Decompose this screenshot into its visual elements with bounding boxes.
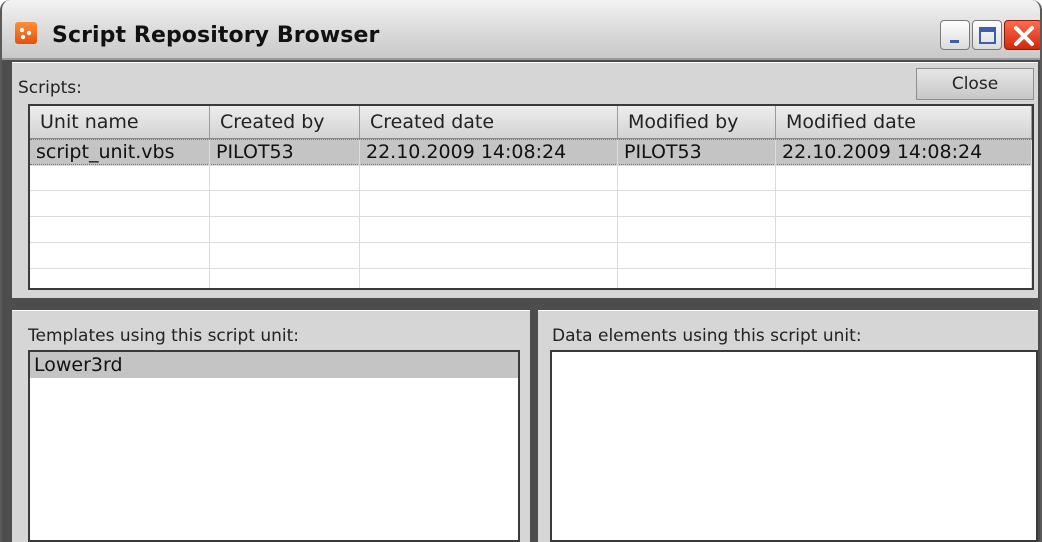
table-row-empty[interactable]	[30, 165, 1032, 191]
empty-cell	[210, 243, 360, 269]
empty-cell	[210, 191, 360, 217]
column-header-created-date[interactable]: Created date	[360, 106, 618, 138]
close-window-button[interactable]	[1004, 20, 1040, 50]
empty-cell	[776, 243, 1032, 269]
empty-cell	[776, 269, 1032, 288]
column-header-modified-by[interactable]: Modified by	[618, 106, 776, 138]
empty-cell	[618, 269, 776, 288]
data-elements-list[interactable]	[550, 350, 1038, 542]
table-row-empty[interactable]	[30, 217, 1032, 243]
table-header: Unit name Created by Created date Modifi…	[30, 106, 1032, 139]
scripts-table[interactable]: Unit name Created by Created date Modifi…	[28, 104, 1034, 290]
empty-cell	[618, 191, 776, 217]
table-row-empty[interactable]	[30, 269, 1032, 288]
cell-created-date: 22.10.2009 14:08:24	[360, 140, 618, 166]
cell-modified-date: 22.10.2009 14:08:24	[776, 140, 1032, 166]
empty-cell	[210, 269, 360, 288]
empty-cell	[30, 165, 210, 191]
table-row-empty[interactable]	[30, 191, 1032, 217]
column-header-modified-date[interactable]: Modified date	[776, 106, 1032, 138]
empty-cell	[30, 191, 210, 217]
maximize-button[interactable]	[972, 20, 1002, 50]
empty-cell	[776, 217, 1032, 243]
minimize-button[interactable]	[940, 20, 970, 50]
templates-list[interactable]: Lower3rd	[28, 350, 520, 542]
empty-cell	[360, 191, 618, 217]
empty-cell	[360, 243, 618, 269]
empty-cell	[30, 217, 210, 243]
scripts-label: Scripts:	[18, 78, 82, 98]
list-item[interactable]: Lower3rd	[30, 352, 518, 378]
table-row-empty[interactable]	[30, 243, 1032, 269]
cell-unit-name: script_unit.vbs	[30, 140, 210, 166]
empty-cell	[618, 217, 776, 243]
empty-cell	[30, 243, 210, 269]
data-elements-label: Data elements using this script unit:	[552, 326, 862, 346]
table-row[interactable]: script_unit.vbs PILOT53 22.10.2009 14:08…	[30, 139, 1032, 166]
column-header-created-by[interactable]: Created by	[210, 106, 360, 138]
maximize-icon	[979, 27, 996, 44]
app-icon	[15, 22, 37, 44]
cell-created-by: PILOT53	[210, 140, 360, 166]
empty-cell	[618, 165, 776, 191]
empty-cell	[776, 165, 1032, 191]
cell-modified-by: PILOT53	[618, 140, 776, 166]
empty-cell	[30, 269, 210, 288]
empty-cell	[776, 191, 1032, 217]
column-header-unit-name[interactable]: Unit name	[30, 106, 210, 138]
close-icon	[1014, 26, 1034, 46]
empty-cell	[618, 243, 776, 269]
script-repository-window: Script Repository Browser Scripts: Close…	[0, 0, 1042, 542]
minimize-icon	[950, 40, 959, 43]
close-button[interactable]: Close	[916, 68, 1034, 100]
templates-label: Templates using this script unit:	[28, 326, 300, 346]
title-bar[interactable]: Script Repository Browser	[2, 0, 1040, 60]
empty-cell	[360, 165, 618, 191]
empty-cell	[210, 165, 360, 191]
window-title: Script Repository Browser	[52, 23, 380, 48]
empty-cell	[360, 269, 618, 288]
empty-cell	[360, 217, 618, 243]
empty-cell	[210, 217, 360, 243]
